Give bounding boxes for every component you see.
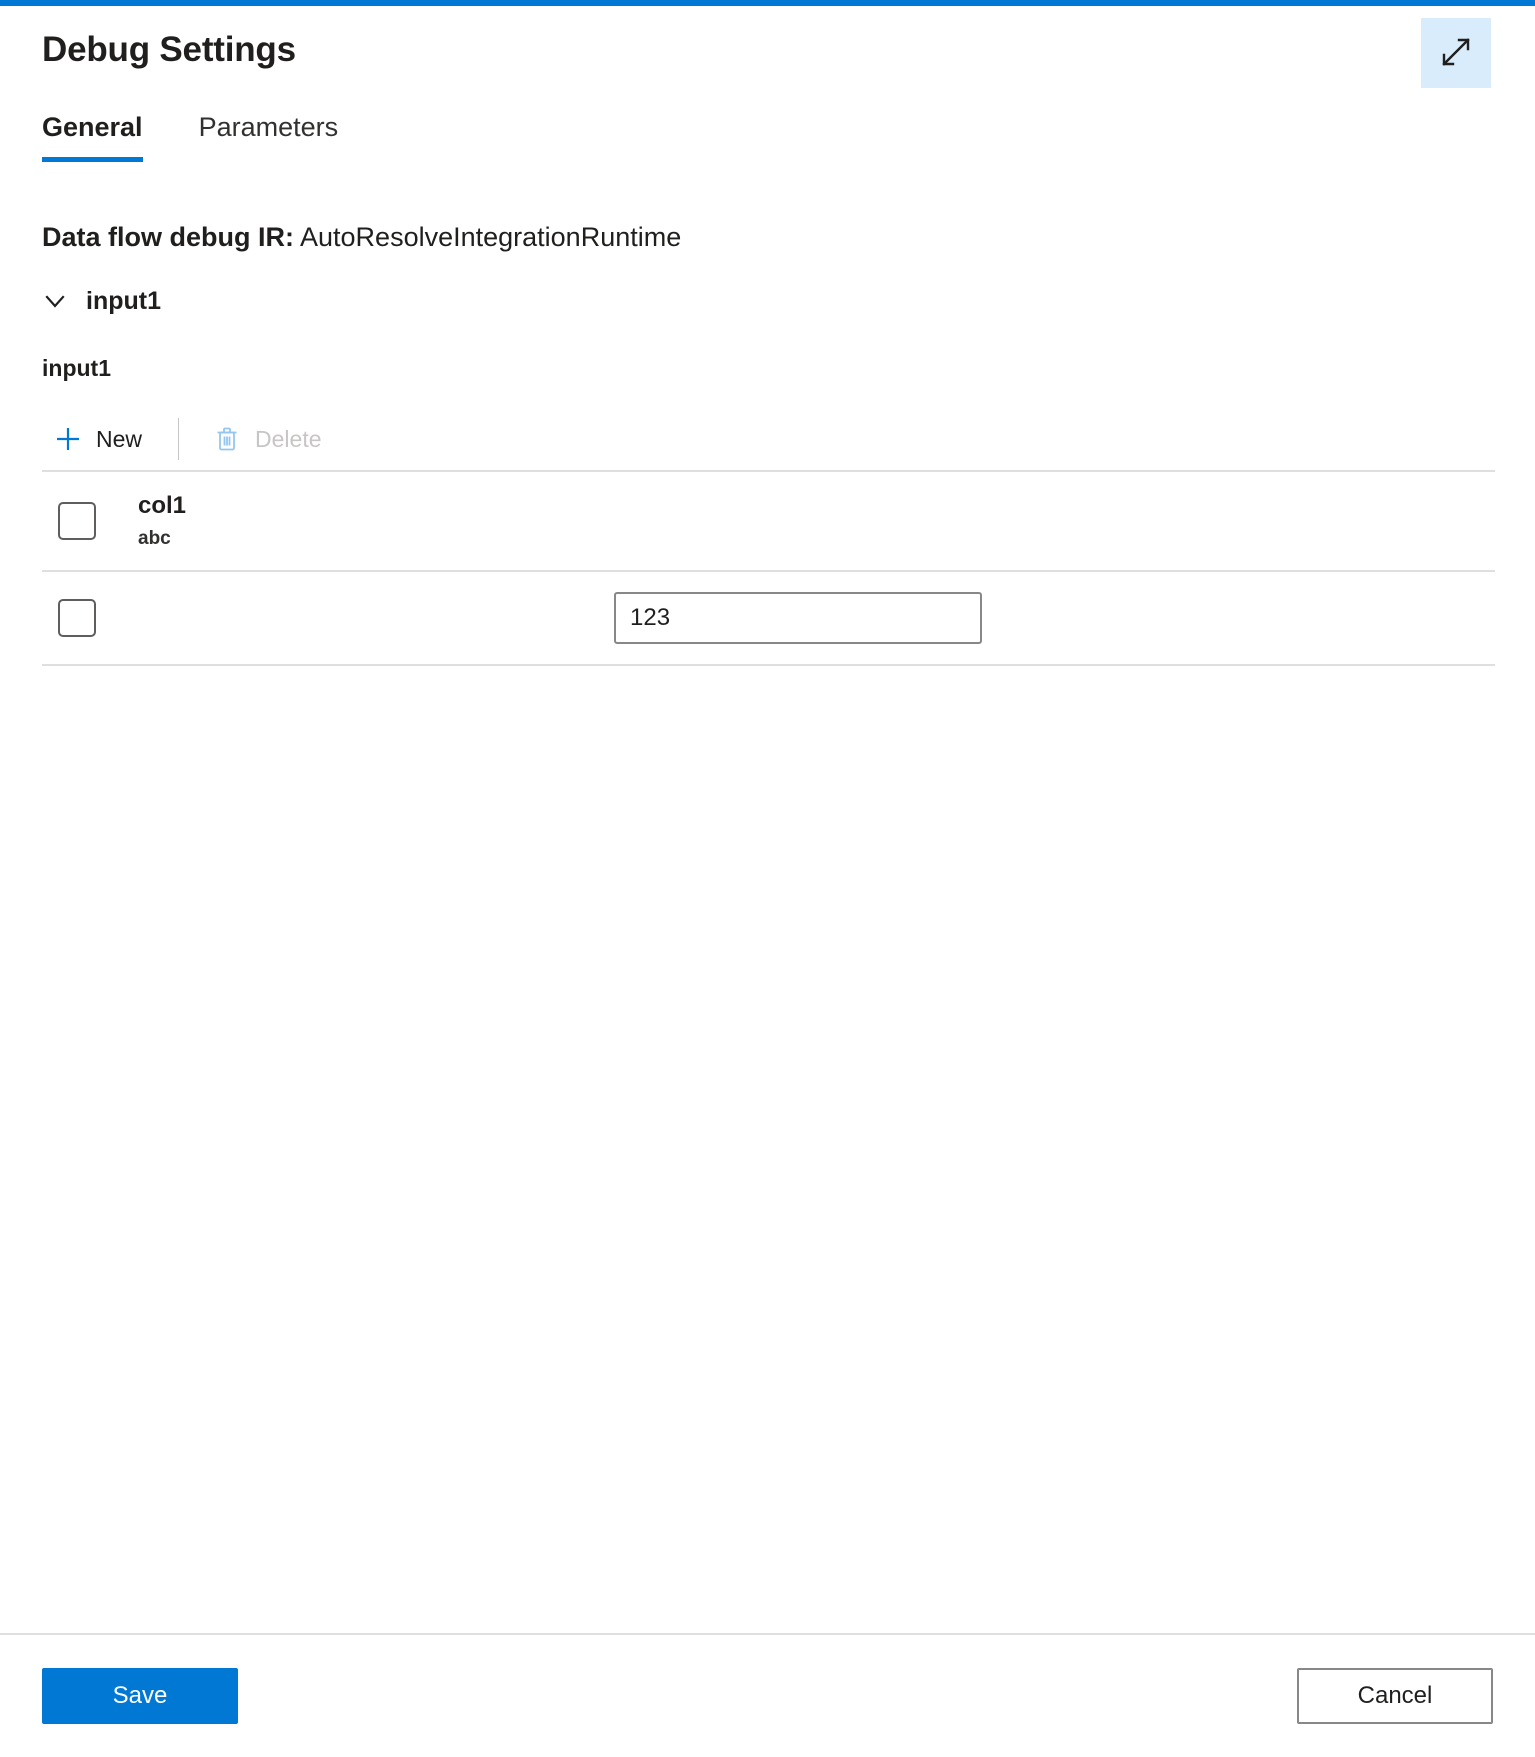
panel-footer: Save Cancel — [0, 1635, 1535, 1757]
general-tab-content: Data flow debug IR: AutoResolveIntegrati… — [0, 220, 1535, 666]
table-row — [42, 572, 1495, 666]
tab-list: General Parameters — [0, 102, 1535, 162]
panel-header: Debug Settings — [0, 6, 1535, 88]
column-type-label: abc — [138, 528, 171, 549]
chevron-down-icon — [42, 288, 68, 314]
stream-section-title: input1 — [42, 355, 111, 381]
cancel-button[interactable]: Cancel — [1297, 1668, 1493, 1724]
tab-parameters[interactable]: Parameters — [199, 110, 339, 162]
new-row-button[interactable]: New — [42, 417, 160, 461]
debug-ir-value: AutoResolveIntegrationRuntime — [300, 222, 682, 252]
delete-row-button[interactable]: Delete — [201, 417, 339, 461]
grid-header-column-cell: col1 abc — [138, 491, 518, 551]
select-all-checkbox[interactable] — [58, 502, 96, 540]
column-name-label: col1 — [138, 492, 187, 519]
debug-ir-line: Data flow debug IR: AutoResolveIntegrati… — [42, 220, 1493, 254]
debug-values-grid: col1 abc — [42, 470, 1495, 666]
stream-collapse-toggle[interactable]: input1 — [42, 286, 161, 316]
grid-header-row: col1 abc — [42, 472, 1495, 572]
row-value-cell — [518, 592, 1495, 644]
debug-settings-panel: Debug Settings General Parameters Data f… — [0, 6, 1535, 1757]
grid-header-checkbox-cell — [42, 502, 138, 540]
toolbar-divider — [178, 418, 180, 460]
page-title: Debug Settings — [42, 30, 296, 69]
new-row-button-label: New — [96, 426, 143, 452]
expand-panel-button[interactable] — [1421, 18, 1491, 88]
delete-row-button-label: Delete — [255, 426, 322, 452]
stream-collapse-label: input1 — [86, 287, 161, 315]
row-checkbox-cell — [42, 599, 138, 637]
tab-general[interactable]: General — [42, 110, 143, 162]
debug-ir-label: Data flow debug IR: — [42, 222, 294, 252]
row-select-checkbox[interactable] — [58, 599, 96, 637]
save-button[interactable]: Save — [42, 1668, 238, 1724]
plus-icon — [54, 425, 82, 453]
trash-icon — [213, 425, 241, 453]
expand-diagonal-icon — [1439, 35, 1473, 72]
row-value-input[interactable] — [614, 592, 982, 644]
grid-command-toolbar: New Delete — [42, 408, 1493, 470]
